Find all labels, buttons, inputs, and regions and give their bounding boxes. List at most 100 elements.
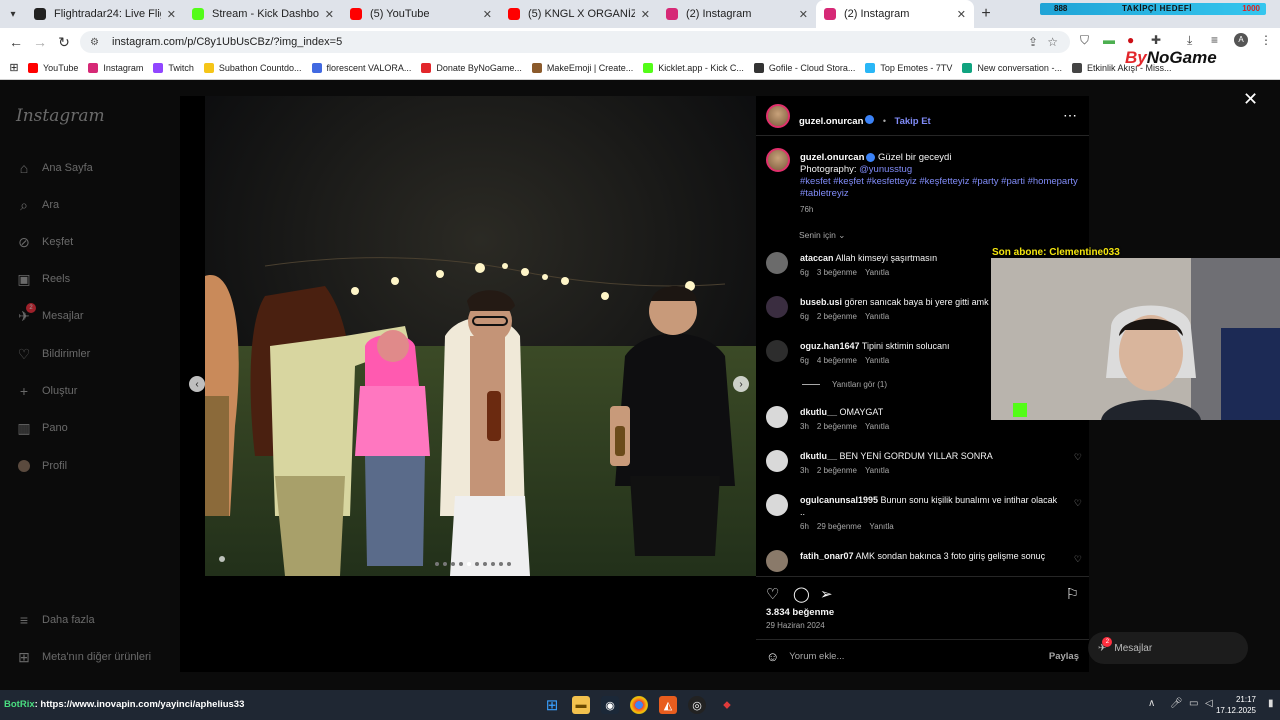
like-comment-heart-icon[interactable]: ♡ [1074, 498, 1082, 509]
opera-extension-icon[interactable]: ● [1127, 33, 1134, 47]
reply-button[interactable]: Yanıtla [865, 466, 889, 475]
battery-extension-icon[interactable]: ▬ [1103, 33, 1115, 47]
sidebar-item-reels[interactable]: ▣ Reels [16, 271, 70, 287]
share-send-icon[interactable]: ➢ [820, 585, 833, 603]
bookmark-youtube[interactable]: YouTube [28, 62, 78, 73]
comment-likes[interactable]: 2 beğenme [817, 312, 857, 321]
sidebar-item-explore[interactable]: ⊘ Keşfet [16, 234, 73, 250]
reply-button[interactable]: Yanıtla [865, 312, 889, 321]
reply-button[interactable]: Yanıtla [865, 422, 889, 431]
comment-username[interactable]: dkutlu__ [800, 407, 837, 417]
profile-avatar[interactable]: A [1234, 33, 1248, 47]
back-icon[interactable]: ← [4, 34, 28, 50]
save-bookmark-icon[interactable]: ⚐ [1066, 585, 1079, 603]
like-comment-heart-icon[interactable]: ♡ [1074, 554, 1082, 565]
sidebar-item-more[interactable]: ≡ Daha fazla [16, 612, 95, 628]
caption-username[interactable]: guzel.onurcan [800, 152, 864, 163]
volume-icon[interactable]: ◁ [1205, 698, 1213, 709]
network-icon[interactable]: ▭ [1189, 698, 1198, 709]
forward-icon[interactable]: → [28, 34, 52, 50]
commenter-avatar[interactable] [766, 406, 788, 428]
comment-likes[interactable]: 2 beğenme [817, 466, 857, 475]
bookmark-kicklet[interactable]: Kicklet.app - Kick C... [643, 62, 744, 73]
post-comment-button[interactable]: Paylaş [1049, 651, 1079, 662]
close-tab-icon[interactable]: ✕ [483, 8, 492, 21]
bookmark-makeemoji[interactable]: MakeEmoji | Create... [531, 62, 633, 73]
commenter-avatar[interactable] [766, 450, 788, 472]
view-replies-button[interactable]: Yanıtları gör (1) [802, 380, 895, 389]
sidebar-item-home[interactable]: ⌂ Ana Sayfa [16, 160, 93, 176]
tab-instagram-1[interactable]: (2) Instagram ✕ [658, 0, 816, 28]
obs-icon[interactable]: ◎ [688, 696, 706, 714]
post-photo[interactable] [205, 96, 756, 576]
bookmark-chatgpt[interactable]: New conversation -... [962, 62, 1062, 73]
bookmark-7tv[interactable]: Top Emotes - 7TV [865, 62, 952, 73]
next-image-button[interactable]: › [733, 376, 749, 392]
tray-overflow-icon[interactable]: ∧ [1148, 698, 1155, 709]
comment-username[interactable]: buseb.usi [800, 297, 842, 307]
sidebar-item-profile[interactable]: Profil [16, 458, 67, 474]
site-info-icon[interactable]: ⚙ [90, 37, 104, 48]
comment-sort-dropdown[interactable]: Senin için ⌄ [799, 230, 845, 241]
comment-likes[interactable]: 4 beğenme [817, 356, 857, 365]
sidebar-item-messages[interactable]: ✈ 2 Mesajlar [16, 303, 84, 324]
notifications-icon[interactable]: ▮ [1268, 698, 1274, 709]
comment-likes[interactable]: 29 beğenme [817, 522, 861, 531]
comment-username[interactable]: ogulcanunsal1995 [800, 495, 878, 505]
sidebar-item-notifications[interactable]: ♡ Bildirimler [16, 346, 91, 362]
comment-username[interactable]: dkutlu__ [800, 451, 837, 461]
previous-image-button[interactable]: ‹ [189, 376, 205, 392]
caption-avatar[interactable] [766, 148, 790, 172]
close-tab-icon[interactable]: ✕ [799, 8, 808, 21]
steam-icon[interactable]: ◉ [601, 696, 619, 714]
like-heart-icon[interactable]: ♡ [766, 585, 779, 603]
author-avatar[interactable] [766, 104, 790, 128]
hashtags[interactable]: #kesfet #keşfet #kesfetteyiz #keşfetteyi… [800, 176, 1078, 199]
author-username[interactable]: guzel.onurcan [799, 116, 863, 127]
commenter-avatar[interactable] [766, 550, 788, 572]
tab-instagram-active[interactable]: (2) Instagram ✕ [816, 0, 974, 28]
close-tab-icon[interactable]: ✕ [641, 8, 650, 21]
comment-username[interactable]: ataccan [800, 253, 834, 263]
tab-flightradar[interactable]: Flightradar24: Live Flight Tracker ✕ [26, 0, 184, 28]
commenter-avatar[interactable] [766, 340, 788, 362]
sidebar-item-dashboard[interactable]: ▥ Pano [16, 420, 67, 436]
close-tab-icon[interactable]: ✕ [325, 8, 334, 21]
apps-grid-icon[interactable]: ⊞ [0, 61, 28, 74]
likes-count[interactable]: 3.834 beğenme [766, 607, 834, 618]
reply-button[interactable]: Yanıtla [865, 268, 889, 277]
close-tab-icon[interactable]: ✕ [167, 8, 176, 21]
comment-username[interactable]: fatih_onar07 [800, 551, 854, 561]
bookmark-instagram[interactable]: Instagram [88, 62, 143, 73]
reply-button[interactable]: Yanıtla [865, 356, 889, 365]
comment-likes[interactable]: 3 beğenme [817, 268, 857, 277]
photographer-link[interactable]: @yunusstug [859, 164, 912, 175]
bookmark-subathon[interactable]: Subathon Countdo... [203, 62, 302, 73]
more-options-icon[interactable]: ⋯ [1063, 107, 1077, 124]
commenter-avatar[interactable] [766, 252, 788, 274]
tab-search-icon[interactable]: ▾ [0, 0, 26, 28]
download-icon[interactable]: ⤓ [1187, 33, 1192, 48]
close-tab-icon[interactable]: ✕ [957, 8, 966, 21]
commenter-avatar[interactable] [766, 296, 788, 318]
tab-youtube-kngl[interactable]: (5) KNGL X ORGANİZE - KATLİA ✕ [500, 0, 658, 28]
bookmark-twitch[interactable]: Twitch [153, 62, 194, 73]
shield-extension-icon[interactable]: ⛉ [1080, 33, 1089, 48]
install-app-icon[interactable]: ⇪ [1028, 35, 1038, 49]
media-control-icon[interactable]: ≡ [1211, 33, 1218, 47]
comment-username[interactable]: oguz.han1647 [800, 341, 860, 351]
new-tab-button[interactable]: + [974, 0, 998, 28]
tab-youtube[interactable]: (5) YouTube ✕ [342, 0, 500, 28]
emoji-icon[interactable]: ☺ [766, 649, 779, 664]
bookmark-valorant[interactable]: florescent VALORA... [311, 62, 411, 73]
browser-menu-icon[interactable]: ⋮ [1260, 33, 1272, 47]
comment-bubble-icon[interactable]: ◯ [793, 585, 810, 603]
close-icon[interactable]: ✕ [1243, 89, 1258, 110]
sidebar-item-meta[interactable]: ⊞ Meta'nın diğer ürünleri [16, 649, 151, 665]
taskbar-clock[interactable]: 21:17 17.12.2025 [1216, 694, 1256, 716]
file-explorer-icon[interactable]: ▬ [572, 696, 590, 714]
comment-likes[interactable]: 2 beğenme [817, 422, 857, 431]
reload-icon[interactable]: ↻ [52, 34, 76, 51]
sidebar-item-search[interactable]: ⌕ Ara [16, 197, 59, 213]
url-bar[interactable]: ⚙ instagram.com/p/C8y1UbUsCBz/?img_index… [80, 31, 1070, 53]
